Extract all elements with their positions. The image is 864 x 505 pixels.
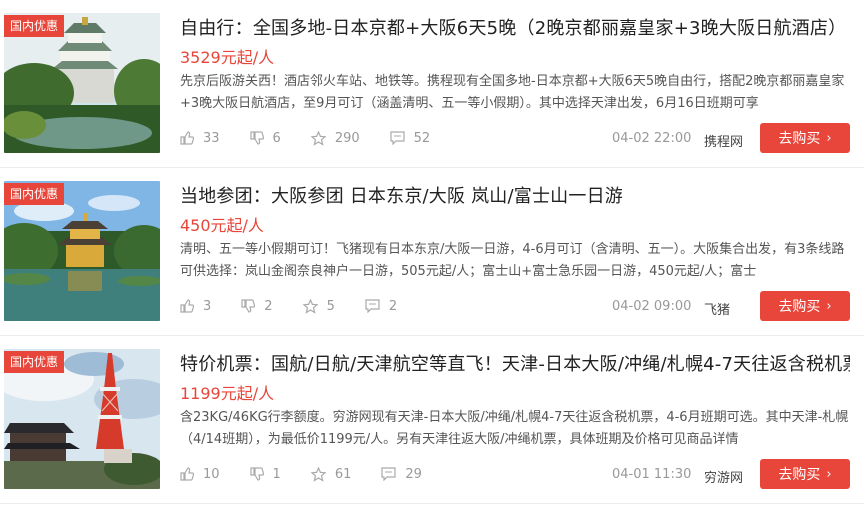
deal-source[interactable]: 穷游网	[704, 467, 743, 486]
deal-time: 04-01 11:30	[612, 467, 692, 482]
deal-price: 450元起/人	[180, 216, 264, 235]
favorite-count[interactable]: 290	[310, 130, 360, 146]
thumbs-up-icon	[180, 467, 194, 481]
deal-time: 04-02 22:00	[612, 131, 692, 146]
unworth-count[interactable]: 6	[249, 131, 281, 146]
deal-title[interactable]: 特价机票：国航/日航/天津航空等直飞！天津-日本大阪/冲绳/札幌4-7天往返含税…	[180, 350, 850, 376]
deal-price: 3529元起/人	[180, 48, 275, 67]
deal-price: 1199元起/人	[180, 384, 275, 403]
deal-time: 04-02 09:00	[612, 299, 692, 314]
unworth-count[interactable]: 2	[241, 299, 273, 314]
deal-thumbnail-golden-pavilion[interactable]: 国内优惠	[4, 181, 160, 321]
deal-badge: 国内优惠	[4, 351, 65, 373]
unworth-count[interactable]: 1	[249, 467, 281, 482]
deal-badge: 国内优惠	[4, 183, 65, 205]
worth-count[interactable]: 3	[180, 299, 211, 314]
deal-category: 特价机票：	[180, 354, 271, 375]
comment-count[interactable]: 29	[381, 467, 422, 482]
deal-stats: 33 6 290 52	[180, 125, 460, 151]
thumbs-up-icon	[180, 131, 194, 145]
deal-source[interactable]: 携程网	[704, 131, 743, 150]
worth-count[interactable]: 33	[180, 131, 220, 146]
deal-title[interactable]: 自由行：全国多地-日本京都+大阪6天5晚（2晚京都丽嘉皇家+3晚大阪日航酒店）	[180, 14, 850, 40]
star-icon	[302, 298, 318, 314]
worth-count[interactable]: 10	[180, 467, 220, 482]
deal-description: 清明、五一等小假期可订！飞猪现有日本东京/大阪一日游，4-6月可订（含清明、五一…	[180, 242, 845, 279]
deal-title[interactable]: 当地参团：大阪参团 日本东京/大阪 岚山/富士山一日游	[180, 182, 850, 208]
deal-thumbnail-osaka-castle[interactable]: 国内优惠	[4, 13, 160, 153]
deal-title-text[interactable]: 国航/日航/天津航空等直飞！天津-日本大阪/冲绳/札幌4-7天往返含税机票	[271, 354, 850, 375]
deal-title-text[interactable]: 全国多地-日本京都+大阪6天5晚（2晚京都丽嘉皇家+3晚大阪日航酒店）	[253, 18, 846, 39]
buy-button[interactable]: 去购买 ›	[760, 291, 850, 321]
chevron-right-icon: ›	[826, 298, 832, 314]
deal-category: 自由行：	[180, 18, 253, 39]
star-icon	[310, 130, 326, 146]
deal-description: 含23KG/46KG行李额度。穷游网现有天津-日本大阪/冲绳/札幌4-7天往返含…	[180, 410, 849, 447]
deal-stats: 3 2 5 2	[180, 293, 427, 319]
comment-count[interactable]: 52	[390, 131, 430, 146]
buy-button[interactable]: 去购买 ›	[760, 123, 850, 153]
deal-thumbnail-tokyo-tower[interactable]: 国内优惠	[4, 349, 160, 489]
buy-button[interactable]: 去购买 ›	[760, 459, 850, 489]
thumbs-up-icon	[180, 299, 194, 313]
deal-source[interactable]: 飞猪	[704, 299, 730, 318]
thumbs-down-icon	[249, 467, 264, 481]
star-icon	[310, 466, 326, 482]
deal-item[interactable]: 国内优惠 当地参团：大阪参团 日本东京/大阪 岚山/富士山一日游 450元起/人…	[0, 168, 864, 336]
comment-icon	[381, 467, 396, 481]
favorite-count[interactable]: 61	[310, 466, 351, 482]
deal-item[interactable]: 国内优惠 自由行：全国多地-日本京都+大阪6天5晚（2晚京都丽嘉皇家+3晚大阪日…	[0, 0, 864, 168]
deal-category: 当地参团：	[180, 186, 271, 207]
deal-badge: 国内优惠	[4, 15, 65, 37]
chevron-right-icon: ›	[826, 466, 832, 482]
comment-count[interactable]: 2	[365, 299, 397, 314]
deal-item[interactable]: 国内优惠 特价机票：国航/日航/天津航空等直飞！天津-日本大阪/冲绳/札幌4-7…	[0, 336, 864, 504]
deal-list: 国内优惠 自由行：全国多地-日本京都+大阪6天5晚（2晚京都丽嘉皇家+3晚大阪日…	[0, 0, 864, 505]
chevron-right-icon: ›	[826, 130, 832, 146]
thumbs-down-icon	[249, 131, 264, 145]
deal-stats: 10 1 61 29	[180, 461, 452, 487]
deal-description: 先京后阪游关西！酒店邻火车站、地铁等。携程现有全国多地-日本京都+大阪6天5晚自…	[180, 74, 845, 111]
thumbs-down-icon	[241, 299, 256, 313]
deal-title-text[interactable]: 大阪参团 日本东京/大阪 岚山/富士山一日游	[271, 186, 623, 207]
favorite-count[interactable]: 5	[302, 298, 335, 314]
comment-icon	[365, 299, 380, 313]
comment-icon	[390, 131, 405, 145]
